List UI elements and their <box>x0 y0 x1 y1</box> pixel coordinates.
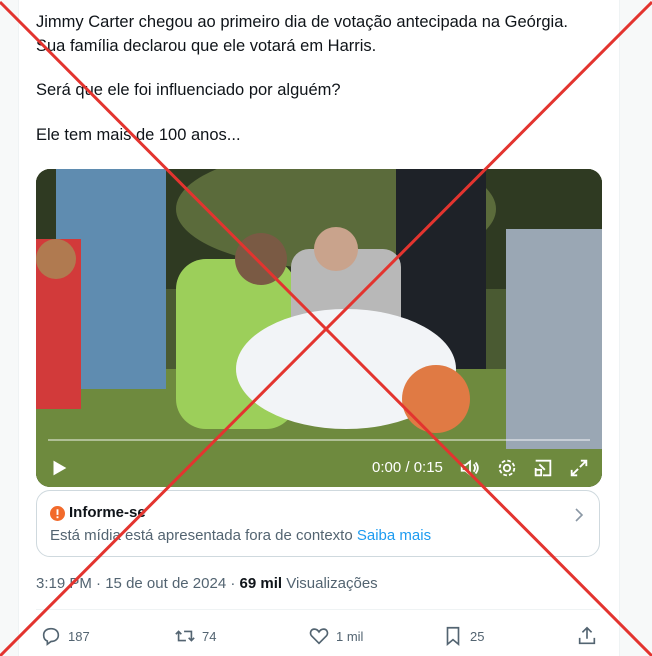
tweet-line-1: Jimmy Carter chegou ao primeiro dia de v… <box>36 13 568 31</box>
repost-icon <box>175 630 195 642</box>
tweet-meta: 3:19 PM · 15 de out de 2024 · 69 mil Vis… <box>36 575 378 592</box>
community-notice[interactable]: Informe-se Está mídia está apresentada f… <box>36 490 600 557</box>
heart-icon <box>309 628 329 645</box>
meta-separator: · <box>230 575 236 592</box>
post-date[interactable]: 15 de out de 2024 <box>105 575 226 592</box>
like-button[interactable]: 1 mil <box>308 624 363 648</box>
tweet-text: Jimmy Carter chegou ao primeiro dia de v… <box>36 10 616 147</box>
bookmark-button[interactable]: 25 <box>442 624 484 648</box>
notice-text: Está mídia está apresentada fora de cont… <box>50 527 353 544</box>
pip-icon[interactable] <box>532 457 554 479</box>
notice-title: Informe-se <box>69 504 146 521</box>
bookmark-count: 25 <box>470 628 485 644</box>
play-icon[interactable] <box>48 457 70 479</box>
reply-icon <box>42 627 60 646</box>
video-controls: 0:00 / 0:15 <box>36 431 602 487</box>
fullscreen-icon[interactable] <box>568 457 590 479</box>
settings-icon[interactable] <box>496 457 518 479</box>
post-time[interactable]: 3:19 PM <box>36 575 92 592</box>
bookmark-icon <box>446 626 460 647</box>
views-count: 69 mil <box>239 575 283 592</box>
tweet-line-3: Será que ele foi influenciado por alguém… <box>36 81 341 99</box>
learn-more-link[interactable]: Saiba mais <box>357 527 431 544</box>
tweet-line-2: Sua família declarou que ele votará em H… <box>36 37 377 55</box>
chevron-right-icon <box>575 508 584 522</box>
repost-button[interactable]: 74 <box>174 624 216 648</box>
video-player[interactable]: 0:00 / 0:15 <box>36 169 602 487</box>
share-button[interactable] <box>576 624 604 648</box>
warning-icon <box>50 506 65 521</box>
progress-bar[interactable] <box>48 439 590 441</box>
share-icon <box>578 626 596 645</box>
like-count: 1 mil <box>336 628 364 644</box>
repost-count: 74 <box>202 628 217 644</box>
video-time: 0:00 / 0:15 <box>372 459 443 476</box>
reply-count: 187 <box>68 628 90 644</box>
meta-separator: · <box>96 575 102 592</box>
volume-icon[interactable] <box>459 457 481 479</box>
notice-body: Está mídia está apresentada fora de cont… <box>50 527 431 544</box>
divider <box>36 609 600 610</box>
tweet-line-4: Ele tem mais de 100 anos... <box>36 126 241 144</box>
views-label: Visualizações <box>286 575 378 592</box>
reply-button[interactable]: 187 <box>40 624 90 648</box>
